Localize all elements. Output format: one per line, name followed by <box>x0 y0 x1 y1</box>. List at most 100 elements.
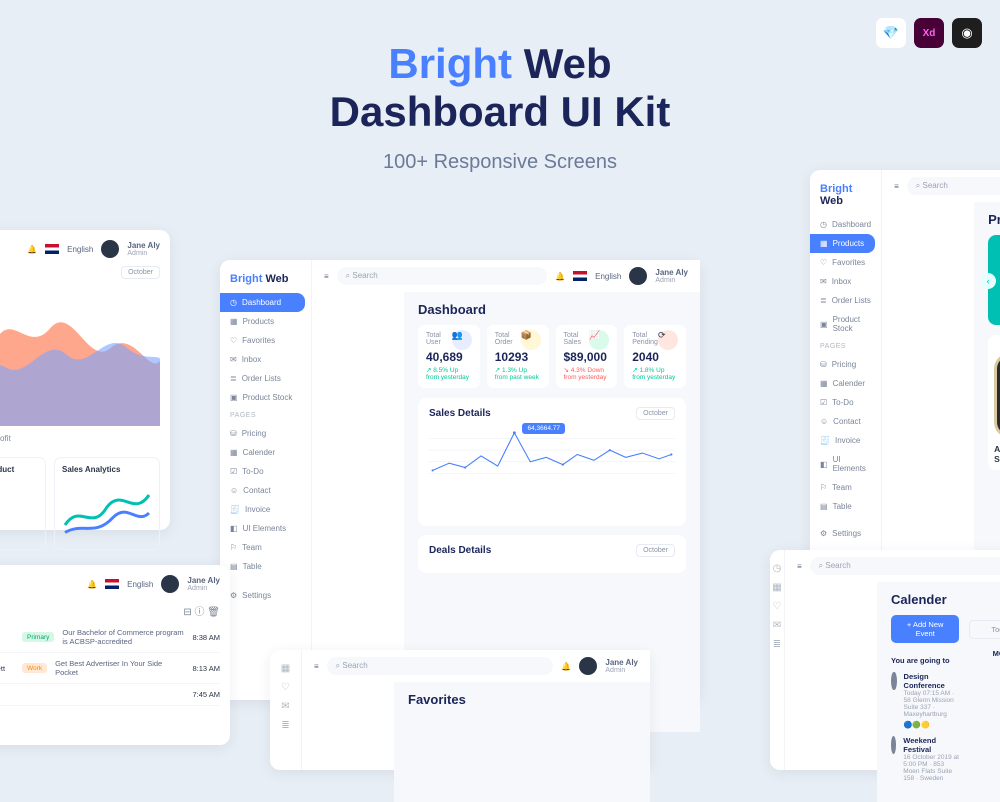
bell-icon[interactable]: 🔔 <box>87 580 97 589</box>
avatar[interactable] <box>161 575 179 593</box>
sidebar-item-inbox[interactable]: ✉Inbox <box>220 350 311 369</box>
flag-icon[interactable] <box>573 271 587 281</box>
gear-icon: ⚙ <box>230 591 237 600</box>
logo[interactable]: Bright Web <box>810 178 881 215</box>
list-icon[interactable]: ≣ <box>279 720 293 734</box>
sidebar-item-favorites[interactable]: ♡Favorites <box>810 253 881 272</box>
chat-icon[interactable]: ✉ <box>279 701 293 715</box>
sidebar-item-settings[interactable]: ⚙Settings <box>220 586 311 605</box>
app-icons-row: 💎 Xd ◉ <box>876 18 982 48</box>
user-role: Admin <box>127 250 160 257</box>
sidebar-item-team[interactable]: ⚐Team <box>220 538 311 557</box>
lang-label[interactable]: English <box>67 245 93 254</box>
menu-icon[interactable]: ≡ <box>324 272 329 281</box>
chart-icon: 📈 <box>589 330 609 350</box>
event-avatar <box>891 736 896 754</box>
trash-icon[interactable]: 🗑 <box>207 607 220 618</box>
going-label: You are going to <box>891 656 959 665</box>
menu-icon[interactable]: ≡ <box>314 662 319 671</box>
list-icon[interactable]: ≣ <box>770 639 784 653</box>
sidebar-pages-label: PAGES <box>220 407 311 424</box>
bell-icon[interactable]: 🔔 <box>27 245 37 254</box>
sidebar-item-contact[interactable]: ☺Contact <box>810 412 881 431</box>
sidebar-item-settings[interactable]: ⚙Settings <box>810 524 881 543</box>
dashboard-icon: ◷ <box>230 298 237 307</box>
sidebar-item-dashboard[interactable]: ◷Dashboard <box>810 215 881 234</box>
heart-icon[interactable]: ♡ <box>279 682 293 696</box>
sidebar-item-pricing[interactable]: ⛁Pricing <box>220 424 311 443</box>
sidebar-item-table[interactable]: ▤Table <box>810 497 881 516</box>
sidebar-item-invoice[interactable]: 🧾Invoice <box>810 431 881 450</box>
inbox-row[interactable]: eresa BarnettWorkGet Best Advertiser In … <box>0 653 220 684</box>
card-title: Deals Details <box>429 545 491 556</box>
month-select[interactable]: October <box>636 544 675 557</box>
sidebar-item-products[interactable]: ▦Products <box>220 312 311 331</box>
sidebar-item-favorites[interactable]: ♡Favorites <box>220 331 311 350</box>
search-input[interactable]: ⌕ Search <box>810 557 1000 575</box>
logo[interactable]: Bright Web <box>220 268 311 293</box>
user-name: Jane Aly <box>605 658 638 667</box>
archive-icon[interactable]: ⊟ <box>183 607 191 618</box>
month-select[interactable]: October <box>121 266 160 279</box>
chat-icon: ✉ <box>230 355 237 364</box>
list-icon: ≣ <box>230 374 237 383</box>
sidebar-item-inbox[interactable]: ✉Inbox <box>810 272 881 291</box>
avatar[interactable] <box>629 267 647 285</box>
sidebar-item-stock[interactable]: ▣Product Stock <box>220 388 311 407</box>
avatar[interactable] <box>579 657 597 675</box>
lang-select[interactable]: English <box>595 272 621 281</box>
sidebar-item-calendar[interactable]: ▦Calender <box>220 443 311 462</box>
chevron-left-icon[interactable]: ‹ <box>980 273 996 289</box>
product-card[interactable]: Apple Watch Series 4 <box>988 335 1000 470</box>
sidebar-item-ui[interactable]: ◧UI Elements <box>810 450 881 478</box>
sidebar-item-products[interactable]: ▦Products <box>810 234 875 253</box>
info-icon[interactable]: ⓘ <box>195 607 205 618</box>
bell-icon[interactable]: 🔔 <box>561 662 571 671</box>
inbox-row[interactable]: oren Lewis7:45 AM <box>0 684 220 706</box>
avatar[interactable] <box>101 240 119 258</box>
sidebar-item-stock[interactable]: ▣Product Stock <box>810 310 881 338</box>
flag-icon[interactable] <box>105 579 119 589</box>
featured-product-card[interactable]: Featured Product <box>0 457 46 550</box>
flag-icon[interactable] <box>45 244 59 254</box>
promo-banner: ‹ September 12-22 Enjoy free delivery in… <box>988 235 1000 325</box>
page-title: Favorites <box>408 692 636 707</box>
inbox-row[interactable]: ou JalalPrimaryOur Bachelor of Commerce … <box>0 622 220 653</box>
menu-icon[interactable]: ≡ <box>894 182 899 191</box>
grid-icon[interactable]: ▦ <box>279 663 293 677</box>
chat-icon[interactable]: ✉ <box>770 620 784 634</box>
weekday-label: MON <box>969 649 1000 658</box>
add-event-button[interactable]: + Add New Event <box>891 615 959 643</box>
page-title: Calender <box>891 592 959 607</box>
sidebar-item-ui[interactable]: ◧UI Elements <box>220 519 311 538</box>
grid-icon[interactable]: ▦ <box>770 582 784 596</box>
user-role: Admin <box>605 667 638 674</box>
search-input[interactable]: ⌕ Search <box>907 177 1000 195</box>
heart-icon[interactable]: ♡ <box>770 601 784 615</box>
event-item[interactable]: Design ConferenceToday 07:15 AM · 58 Gle… <box>891 672 959 729</box>
sidebar-item-contact[interactable]: ☺Contact <box>220 481 311 500</box>
dashboard-icon[interactable]: ◷ <box>770 563 784 577</box>
sidebar-item-orderlists[interactable]: ≣Order Lists <box>810 291 881 310</box>
sidebar-item-invoice[interactable]: 🧾Invoice <box>220 500 311 519</box>
sidebar-item-table[interactable]: ▤Table <box>220 557 311 576</box>
today-label[interactable]: Today <box>969 620 1000 639</box>
sales-analytics-card[interactable]: Sales Analytics <box>54 457 160 550</box>
sidebar-item-todo[interactable]: ☑To-Do <box>810 393 881 412</box>
search-input[interactable]: ⌕ Search <box>327 657 554 675</box>
panel-area-chart: 🔔 English Jane AlyAdmin October SalesPro… <box>0 230 170 530</box>
area-chart <box>0 296 160 426</box>
month-select[interactable]: October <box>636 407 675 420</box>
event-item[interactable]: Weekend Festival16 October 2019 at 5:00 … <box>891 736 959 782</box>
sidebar-item-orderlists[interactable]: ≣Order Lists <box>220 369 311 388</box>
bell-icon[interactable]: 🔔 <box>555 272 565 281</box>
sidebar-item-calendar[interactable]: ▦Calender <box>810 374 881 393</box>
panel-calendar: ◷ ▦ ♡ ✉ ≣ ≡ ⌕ Search Calender + Add New Event… <box>770 550 1000 770</box>
lang-select[interactable]: English <box>127 580 153 589</box>
search-input[interactable]: ⌕ Search <box>337 267 548 285</box>
menu-icon[interactable]: ≡ <box>797 562 802 571</box>
sidebar-item-team[interactable]: ⚐Team <box>810 478 881 497</box>
sidebar-item-pricing[interactable]: ⛁Pricing <box>810 355 881 374</box>
sidebar-item-dashboard[interactable]: ◷Dashboard <box>220 293 305 312</box>
sidebar-item-todo[interactable]: ☑To-Do <box>220 462 311 481</box>
